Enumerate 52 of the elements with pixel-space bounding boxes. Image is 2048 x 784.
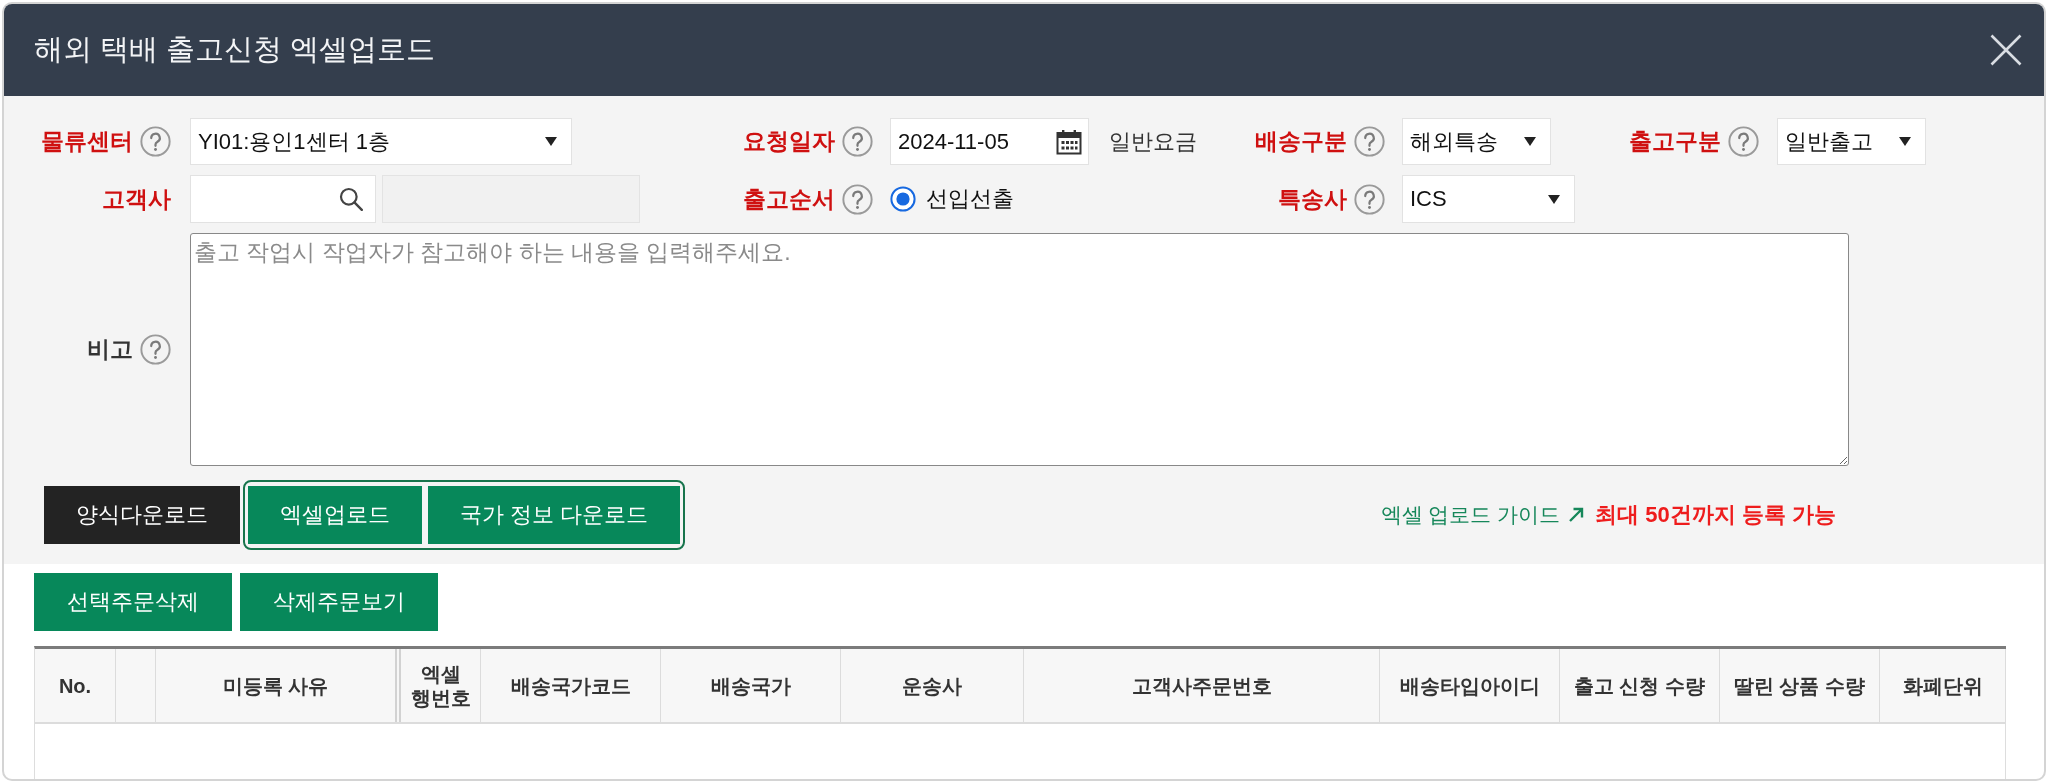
column-header: 엑셀 행번호 (401, 649, 481, 722)
field-label: 배송구분 (1255, 127, 1347, 156)
field-label: 특송사 (1278, 184, 1347, 214)
search-field[interactable] (190, 175, 376, 223)
field-label: 출고순서 (743, 184, 835, 214)
excel-upload-button[interactable]: 엑셀업로드 (248, 486, 422, 544)
help-icon[interactable] (1354, 126, 1385, 157)
dropdown[interactable]: YI01:용인1센터 1층 (190, 118, 572, 165)
help-icon[interactable] (140, 126, 171, 157)
delete-selected-button[interactable]: 선택주문삭제 (34, 573, 232, 631)
radio-icon[interactable] (890, 186, 916, 212)
search-icon[interactable] (339, 187, 363, 211)
dropdown[interactable]: 해외특송 (1402, 118, 1551, 165)
view-deleted-button[interactable]: 삭제주문보기 (240, 573, 438, 631)
caret-icon (1524, 137, 1536, 146)
column-header: 딸린 상품 수량 (1720, 649, 1880, 722)
help-icon[interactable] (140, 334, 171, 365)
close-icon (1990, 34, 2022, 66)
radio-option[interactable]: 선입선출 (890, 184, 1014, 214)
calendar-icon[interactable] (1056, 128, 1082, 155)
dropdown[interactable]: 일반출고 (1777, 118, 1926, 165)
caret-icon (545, 137, 557, 146)
column-header: 운송사 (841, 649, 1024, 722)
template-download-button[interactable]: 양식다운로드 (44, 486, 240, 544)
date-field[interactable]: 2024-11-05 (890, 118, 1089, 165)
column-header: 출고 신청 수량 (1560, 649, 1720, 722)
field-label: 물류센터 (41, 127, 133, 156)
help-icon[interactable] (1354, 183, 1385, 215)
field-label: 요청일자 (743, 127, 835, 156)
field-label: 출고구분 (1629, 127, 1721, 156)
column-header: 배송국가코드 (481, 649, 661, 722)
rate-note: 일반요금 (1109, 127, 1197, 156)
help-icon[interactable] (1728, 126, 1759, 157)
limit-note: 최대 50건까지 등록 가능 (1595, 501, 1836, 529)
field-label: 고객사 (102, 184, 171, 214)
dropdown[interactable]: ICS (1402, 175, 1575, 223)
remarks-field[interactable]: 출고 작업시 작업자가 참고해야 하는 내용을 입력해주세요. (190, 233, 1849, 466)
column-header: 화폐단위 (1880, 649, 2006, 722)
country-info-download-button[interactable]: 국가 정보 다운로드 (428, 486, 681, 544)
column-header: 배송타입아이디 (1380, 649, 1560, 722)
arrow-icon (1568, 507, 1585, 523)
column-header: 고객사주문번호 (1024, 649, 1380, 722)
column-header: No. (35, 649, 116, 722)
guide-link[interactable]: 엑셀 업로드 가이드 (1380, 501, 1585, 529)
help-icon[interactable] (842, 183, 873, 215)
field-label: 비고 (87, 335, 133, 364)
caret-icon (1899, 137, 1911, 146)
caret-icon (1548, 194, 1560, 204)
close-button[interactable] (1990, 34, 2022, 66)
column-header: 배송국가 (661, 649, 841, 722)
help-icon[interactable] (842, 126, 873, 157)
window-title: 해외 택배 출고신청 엑셀업로드 (34, 32, 436, 67)
